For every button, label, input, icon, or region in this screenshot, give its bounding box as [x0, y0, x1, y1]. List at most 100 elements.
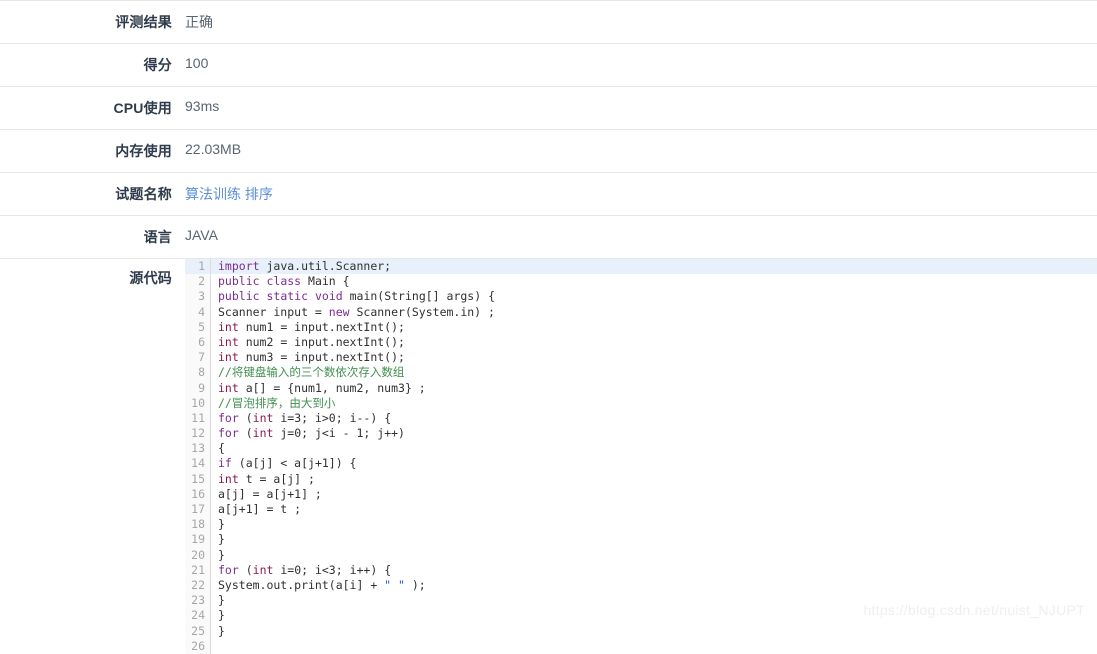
- line-content: }: [211, 593, 1097, 608]
- code-line: 24}: [185, 608, 1097, 624]
- line-number: 20: [185, 547, 211, 563]
- line-number: 2: [185, 274, 211, 290]
- code-line: 19}: [185, 532, 1097, 548]
- line-content: System.out.print(a[i] + " " );: [211, 578, 1097, 593]
- info-label: 语言: [143, 229, 172, 245]
- line-number: 17: [185, 502, 211, 518]
- line-content: }: [211, 517, 1097, 532]
- code-line: 6 int num2 = input.nextInt();: [185, 334, 1097, 351]
- submission-info-table: 评测结果 正确 得分 100 CPU使用 93ms 内存使用 22.03MB 试题名称 算法训练 …: [0, 0, 1097, 654]
- line-number: 10: [185, 395, 211, 411]
- code-token-pln: a[j+1] = t ;: [218, 502, 302, 516]
- code-token-pln: (: [238, 562, 253, 577]
- code-token-pln: }: [218, 532, 225, 547]
- info-row: 得分 100: [0, 43, 1097, 87]
- code-token-pln: }: [218, 547, 225, 562]
- code-token-pln: num3 = input.nextInt();: [238, 350, 405, 365]
- line-number: 26: [185, 638, 211, 654]
- code-line: 9 int a[] = {num1, num2, num3} ;: [185, 380, 1097, 396]
- line-content: public static void main(String[] args) {: [211, 289, 1097, 304]
- code-token-cmt: //冒泡排序，由大到小: [218, 395, 336, 410]
- code-line: 13 {: [185, 441, 1097, 457]
- code-token-pln: Main {: [301, 274, 350, 289]
- code-line: 5 int num1 = input.nextInt();: [185, 319, 1097, 335]
- line-content: a[j+1] = t ;: [211, 502, 1097, 517]
- line-number: 7: [185, 350, 211, 366]
- line-number: 14: [185, 456, 211, 472]
- code-token-type: int: [252, 562, 274, 577]
- line-number: 24: [185, 608, 211, 624]
- code-token-kw: for: [218, 426, 239, 441]
- info-row: 内存使用 22.03MB: [0, 129, 1097, 173]
- code-line: 8 //将键盘输入的三个数依次存入数组: [185, 365, 1097, 381]
- code-token-pln: }: [218, 517, 225, 532]
- line-number: 5: [185, 319, 211, 335]
- code-token-kw: import: [218, 259, 260, 273]
- code-token-pln: Scanner(System.in) ;: [349, 304, 495, 319]
- code-line: 2 public class Main {: [185, 274, 1097, 290]
- line-content: import java.util.Scanner;: [211, 259, 1097, 275]
- line-number: 13: [185, 441, 211, 457]
- code-token-pln: j=0; j<i - 1; j++): [273, 426, 405, 441]
- line-content: public class Main {: [211, 274, 1097, 289]
- code-token-pln: );: [404, 577, 426, 592]
- code-token-pln: i=3; i>0; i--) {: [273, 410, 392, 425]
- code-line: 14 if (a[j] < a[j+1]) {: [185, 456, 1097, 472]
- line-content: int a[] = {num1, num2, num3} ;: [211, 381, 1097, 396]
- code-token-kw: new: [328, 304, 350, 319]
- line-number: 1: [185, 259, 211, 275]
- info-label: 评测结果: [115, 14, 172, 30]
- info-row: 试题名称 算法训练 排序: [0, 172, 1097, 216]
- code-token-pln: a[j] = a[j+1] ;: [218, 486, 322, 501]
- line-content: int num1 = input.nextInt();: [211, 320, 1097, 335]
- code-line: 10 //冒泡排序，由大到小: [185, 395, 1097, 411]
- code-token-type: int: [218, 319, 239, 334]
- info-label: 试题名称: [115, 186, 172, 202]
- info-label: 得分: [143, 57, 172, 73]
- code-token-kw: public: [218, 274, 260, 289]
- line-number: 18: [185, 517, 211, 533]
- code-token-type: int: [218, 471, 239, 486]
- code-token-type: int: [252, 426, 274, 441]
- line-content: a[j] = a[j+1] ;: [211, 487, 1097, 502]
- code-token-type: int: [252, 410, 274, 425]
- info-row: CPU使用 93ms: [0, 86, 1097, 130]
- code-token-type: int: [218, 380, 239, 395]
- code-token-kw: void: [314, 289, 343, 304]
- code-token-pln: [308, 289, 315, 303]
- line-number: 19: [185, 532, 211, 548]
- line-content: int num2 = input.nextInt();: [211, 335, 1097, 350]
- line-content: int t = a[j] ;: [211, 472, 1097, 487]
- code-token-kw: for: [218, 410, 239, 425]
- code-line: 11 for (int i=3; i>0; i--) {: [185, 410, 1097, 427]
- line-content: //冒泡排序，由大到小: [211, 396, 1097, 411]
- problem-name-link[interactable]: 算法训练 排序: [185, 186, 273, 202]
- line-number: 23: [185, 593, 211, 609]
- info-label: 内存使用: [115, 143, 172, 159]
- code-token-pln: num1 = input.nextInt();: [238, 319, 405, 334]
- code-viewer[interactable]: 1 import java.util.Scanner; 2 public class …: [185, 259, 1097, 654]
- code-token-pln: java.util.Scanner;: [259, 259, 392, 273]
- line-number: 4: [185, 304, 211, 320]
- line-content: for (int i=0; i<3; i++) {: [211, 563, 1097, 578]
- code-line: 4 Scanner input = new Scanner(System.in) …: [185, 304, 1097, 320]
- code-line: 12 for (int j=0; j<i - 1; j++): [185, 426, 1097, 442]
- info-label: CPU使用: [113, 100, 172, 116]
- code-line: 16 a[j] = a[j+1] ;: [185, 486, 1097, 503]
- code-token-pln: (a[j] < a[j+1]) {: [231, 456, 357, 471]
- line-content: int num3 = input.nextInt();: [211, 350, 1097, 365]
- info-value[interactable]: 算法训练 排序: [185, 173, 1097, 216]
- info-value: JAVA: [185, 227, 218, 243]
- code-line: 21 for (int i=0; i<3; i++) {: [185, 562, 1097, 578]
- code-token-kw: for: [218, 562, 239, 577]
- code-token-pln: a[] = {num1, num2, num3} ;: [238, 380, 426, 395]
- code-line: 3 public static void main(String[] args) …: [185, 289, 1097, 305]
- code-token-pln: i=0; i<3; i++) {: [273, 562, 392, 577]
- info-value: 正确: [185, 14, 213, 30]
- line-number: 22: [185, 577, 211, 594]
- code-token-pln: System.out.print(a[i] +: [218, 577, 385, 592]
- code-token-pln: t = a[j] ;: [238, 471, 315, 486]
- code-token-str: " ": [384, 577, 405, 592]
- code-token-kw: if: [218, 456, 232, 471]
- line-number: 21: [185, 562, 211, 578]
